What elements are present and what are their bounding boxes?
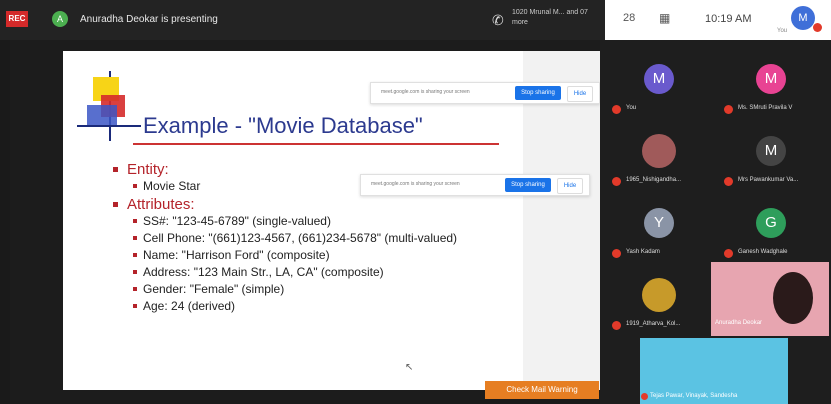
people-count-icon[interactable]: 28 (623, 12, 635, 24)
participant-photo (642, 134, 676, 168)
participant-avatar: Y (644, 208, 674, 238)
mouse-cursor-icon: ↖ (405, 362, 414, 373)
presenting-label: Anuradha Deokar is presenting (80, 14, 218, 25)
screen-share-bar: meet.google.com is sharing your screen S… (360, 174, 590, 196)
notification-text: 1020 Mrunal M... and 07 more (512, 9, 588, 26)
attribute-item: SS#: "123-45-6789" (single-valued) (113, 214, 513, 228)
title-underline (133, 143, 499, 145)
attribute-item: Age: 24 (derived) (113, 299, 513, 313)
participant-name: 1965_Nishigandha... (626, 177, 682, 183)
participant-name: You (626, 105, 637, 111)
mic-muted-icon (724, 177, 733, 186)
phone-icon: ✆ (492, 12, 504, 28)
share-bar-text: meet.google.com is sharing your screen (381, 89, 470, 95)
participant-name: 1919_Atharva_Kol... (626, 321, 681, 327)
participant-tile[interactable]: M You (606, 56, 716, 121)
attribute-item: Name: "Harrison Ford" (composite) (113, 248, 513, 262)
clock-time: 10:19 AM (705, 13, 752, 25)
participant-tile[interactable]: G Ganesh Wadghale (718, 200, 828, 265)
attribute-item: Address: "123 Main Str., LA, CA" (compos… (113, 265, 513, 279)
mic-muted-icon (724, 249, 733, 258)
participant-name: Tejas Pawar, Vinayak, Sandesha (650, 393, 738, 399)
participant-avatar: M (644, 64, 674, 94)
mic-muted-icon (612, 105, 621, 114)
hide-button[interactable]: Hide (557, 178, 583, 194)
participant-photo (642, 278, 676, 312)
user-avatar[interactable]: M (791, 6, 815, 30)
presenter-avatar: A (52, 11, 68, 27)
participant-name: Ganesh Wadghale (738, 249, 788, 255)
presenter-video-tile[interactable]: Anuradha Deokar (711, 262, 829, 336)
meeting-header: 28 ▦ 10:19 AM M You (605, 0, 831, 40)
join-notification[interactable]: ✆ 1020 Mrunal M... and 07 more (490, 6, 598, 34)
attribute-item: Gender: "Female" (simple) (113, 282, 513, 296)
stop-sharing-button[interactable]: Stop sharing (515, 86, 561, 100)
participant-avatar: M (756, 136, 786, 166)
presenter-video (773, 272, 813, 324)
chat-icon[interactable]: ▦ (659, 11, 670, 25)
share-bar-text: meet.google.com is sharing your screen (371, 181, 460, 187)
participant-tile[interactable]: M Ms. SMruti Pravila V (718, 56, 828, 121)
leave-icon[interactable] (813, 23, 822, 32)
slide-title: Example - "Movie Database" (143, 113, 423, 138)
participant-avatar: M (756, 64, 786, 94)
attribute-item: Cell Phone: "(661)123-4567, (661)234-567… (113, 231, 513, 245)
hide-button[interactable]: Hide (567, 86, 593, 102)
mail-warning-button[interactable]: Check Mail Warning (485, 381, 599, 399)
screen-share-bar: meet.google.com is sharing your screen S… (370, 82, 600, 104)
decor-square-blue (87, 105, 117, 127)
participant-name: Ms. SMruti Pravila V (738, 105, 793, 111)
attributes-heading: Attributes: (113, 196, 513, 213)
you-label: You (777, 28, 788, 34)
mic-muted-icon (641, 393, 648, 400)
participant-name: Yash Kadam (626, 249, 660, 255)
mic-muted-icon (724, 105, 733, 114)
participant-tile[interactable]: 1965_Nishigandha... (606, 128, 716, 193)
recording-badge: REC (6, 11, 28, 27)
mic-muted-icon (612, 249, 621, 258)
participant-tile[interactable]: 1919_Atharva_Kol... (606, 272, 716, 337)
stop-sharing-button[interactable]: Stop sharing (505, 178, 551, 192)
presenter-name: Anuradha Deokar (715, 320, 763, 326)
participant-tile[interactable]: M Mrs Pawankumar Va... (718, 128, 828, 193)
mic-muted-icon (612, 177, 621, 186)
participant-name: Mrs Pawankumar Va... (738, 177, 799, 183)
participant-avatar: G (756, 208, 786, 238)
decor-line-horizontal (77, 125, 141, 127)
participant-tile[interactable]: Y Yash Kadam (606, 200, 716, 265)
mic-muted-icon (612, 321, 621, 330)
